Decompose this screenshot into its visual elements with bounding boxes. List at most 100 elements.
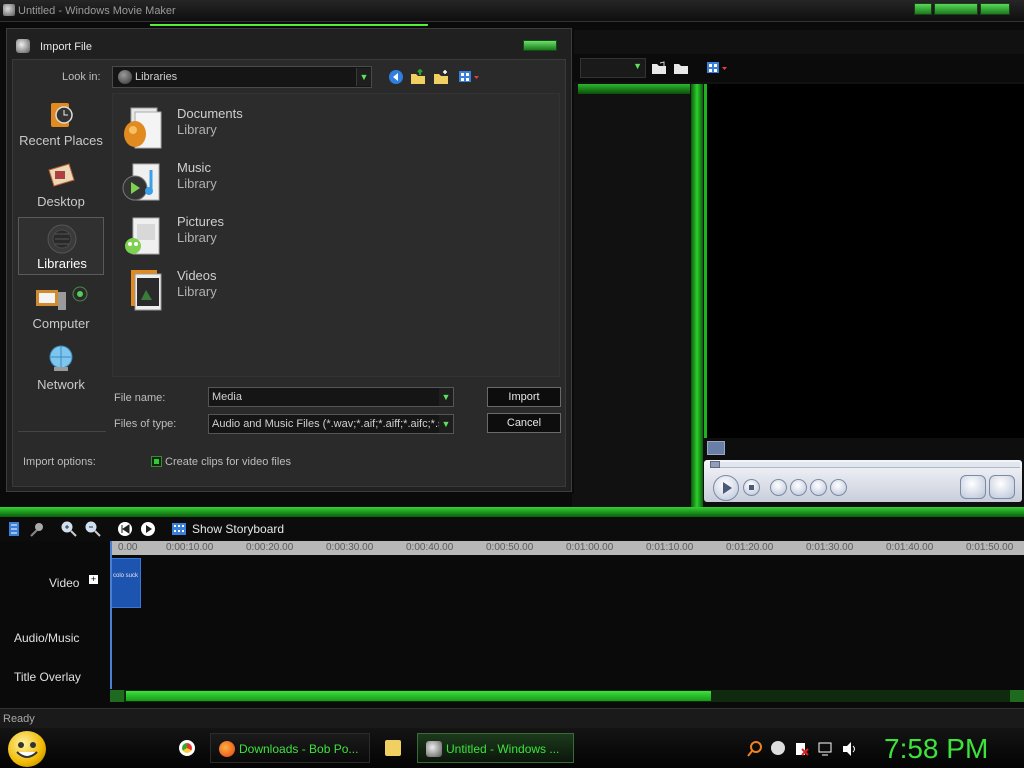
chevron-down-icon: ▼ xyxy=(633,61,642,71)
previous-frame-button[interactable] xyxy=(770,479,787,496)
chevron-down-icon[interactable]: ▼ xyxy=(439,415,453,433)
taskbar-button-movie-maker[interactable]: Untitled - Windows ... xyxy=(417,733,574,763)
track-label-audio-music: Audio/Music xyxy=(14,631,80,645)
place-label: Network xyxy=(37,377,85,392)
documents-library-icon xyxy=(121,106,163,150)
detach-monitor-icon[interactable] xyxy=(707,441,725,455)
up-folder-icon[interactable] xyxy=(410,69,426,85)
file-name-input[interactable]: Media ▼ xyxy=(208,387,454,407)
stop-button[interactable] xyxy=(743,479,760,496)
scroll-thumb[interactable] xyxy=(126,691,711,701)
play-timeline-icon[interactable] xyxy=(140,521,156,537)
fast-forward-button[interactable] xyxy=(810,479,827,496)
rewind-timeline-icon[interactable] xyxy=(117,521,133,537)
playhead[interactable] xyxy=(110,541,112,689)
recent-places-icon xyxy=(46,101,76,127)
show-storyboard-button[interactable]: Show Storyboard xyxy=(192,522,284,536)
views-menu-icon[interactable] xyxy=(458,69,480,85)
place-label: Libraries xyxy=(37,256,87,271)
cancel-button[interactable]: Cancel xyxy=(487,413,561,433)
chrome-icon[interactable] xyxy=(179,740,195,756)
list-item-pictures[interactable]: Pictures Library xyxy=(119,212,419,264)
new-folder-icon[interactable] xyxy=(673,61,689,75)
minimize-button[interactable] xyxy=(914,3,932,15)
list-item-videos[interactable]: Videos Library xyxy=(119,266,419,318)
storyboard-icon[interactable] xyxy=(171,521,187,537)
start-button[interactable] xyxy=(8,731,46,767)
music-library-icon xyxy=(121,160,163,204)
file-name-value: Media xyxy=(212,391,242,403)
taskbar-button-label: Downloads - Bob Po... xyxy=(239,742,359,756)
explorer-icon[interactable] xyxy=(385,740,401,756)
take-picture-button[interactable] xyxy=(989,475,1015,499)
ruler-tick: 0:00:20.00 xyxy=(246,542,294,553)
item-name: Documents xyxy=(177,106,243,121)
preview-monitor xyxy=(704,84,1024,438)
place-libraries[interactable]: Libraries xyxy=(18,217,104,275)
next-frame-button[interactable] xyxy=(830,479,847,496)
maximize-button[interactable] xyxy=(934,3,978,15)
list-item-documents[interactable]: Documents Library xyxy=(119,104,419,156)
view-menu-icon[interactable] xyxy=(706,61,728,75)
ruler-tick: 0:01:00.00 xyxy=(566,542,614,553)
action-center-icon[interactable] xyxy=(794,741,809,756)
display-icon[interactable] xyxy=(818,741,832,756)
close-button[interactable] xyxy=(980,3,1010,15)
create-clips-label[interactable]: Create clips for video files xyxy=(165,456,291,468)
clock[interactable]: 7:58 PM xyxy=(884,733,988,765)
ruler-tick: 0:01:40.00 xyxy=(886,542,934,553)
zoom-in-icon[interactable] xyxy=(61,521,77,537)
item-type: Library xyxy=(177,284,217,299)
search-icon[interactable] xyxy=(747,741,762,757)
place-network[interactable]: Network xyxy=(18,339,104,397)
rewind-button[interactable] xyxy=(790,479,807,496)
folder-up-icon[interactable] xyxy=(651,61,667,75)
green-accent-stripe xyxy=(578,84,690,94)
import-options-label: Import options: xyxy=(23,456,96,468)
place-computer[interactable]: Computer xyxy=(18,278,104,336)
timeline-scrollbar[interactable] xyxy=(110,690,1024,702)
play-button[interactable] xyxy=(713,475,739,501)
place-desktop[interactable]: Desktop xyxy=(18,156,104,214)
movie-maker-icon xyxy=(3,4,15,16)
timeline-tracks[interactable] xyxy=(0,555,1024,690)
volume-icon[interactable] xyxy=(842,741,856,756)
firefox-icon xyxy=(219,741,235,757)
files-of-type-select[interactable]: Audio and Music Files (*.wav;*.aif;*.aif… xyxy=(208,414,454,434)
ruler-tick: 0:01:20.00 xyxy=(726,542,774,553)
place-label: Recent Places xyxy=(19,133,103,148)
narrate-icon[interactable] xyxy=(29,521,47,537)
ruler-tick: 0:01:50.00 xyxy=(966,542,1014,553)
file-list[interactable]: Documents Library Music Library Pictures… xyxy=(112,93,560,377)
scroll-left-arrow[interactable] xyxy=(110,690,124,702)
import-file-dialog: Import File Look in: Libraries ▼ Recent … xyxy=(6,28,572,492)
places-separator xyxy=(18,431,106,432)
import-button[interactable]: Import xyxy=(487,387,561,407)
expand-video-track-button[interactable]: + xyxy=(89,575,98,584)
look-in-combo[interactable]: Libraries ▼ xyxy=(112,66,372,88)
place-recent-places[interactable]: Recent Places xyxy=(18,95,104,153)
create-clips-checkbox[interactable] xyxy=(151,456,162,467)
split-clip-button[interactable] xyxy=(960,475,986,499)
computer-icon xyxy=(34,284,94,310)
create-folder-icon[interactable] xyxy=(433,69,449,85)
chevron-down-icon[interactable]: ▼ xyxy=(439,388,453,406)
taskbar-button-downloads[interactable]: Downloads - Bob Po... xyxy=(210,733,370,763)
collection-combo[interactable]: ▼ xyxy=(580,58,646,78)
item-name: Videos xyxy=(177,268,217,283)
timeline-ruler[interactable]: 0.00 0:00:10.00 0:00:20.00 0:00:30.00 0:… xyxy=(110,541,1024,555)
list-item-music[interactable]: Music Library xyxy=(119,158,419,210)
ruler-tick: 0:00:30.00 xyxy=(326,542,374,553)
dialog-close-button[interactable] xyxy=(523,40,557,51)
seek-bar[interactable] xyxy=(710,461,1020,468)
scroll-right-arrow[interactable] xyxy=(1010,690,1024,702)
place-label: Desktop xyxy=(37,194,85,209)
zoom-out-icon[interactable] xyxy=(85,521,101,537)
network-status-icon[interactable] xyxy=(771,741,785,755)
chevron-down-icon[interactable]: ▼ xyxy=(356,68,371,86)
storyboard-view-icon[interactable] xyxy=(7,521,21,537)
pane-splitter[interactable] xyxy=(691,84,703,508)
back-icon[interactable] xyxy=(388,69,404,85)
seek-thumb[interactable] xyxy=(710,461,720,468)
video-clip[interactable]: colo suck xyxy=(110,558,141,608)
